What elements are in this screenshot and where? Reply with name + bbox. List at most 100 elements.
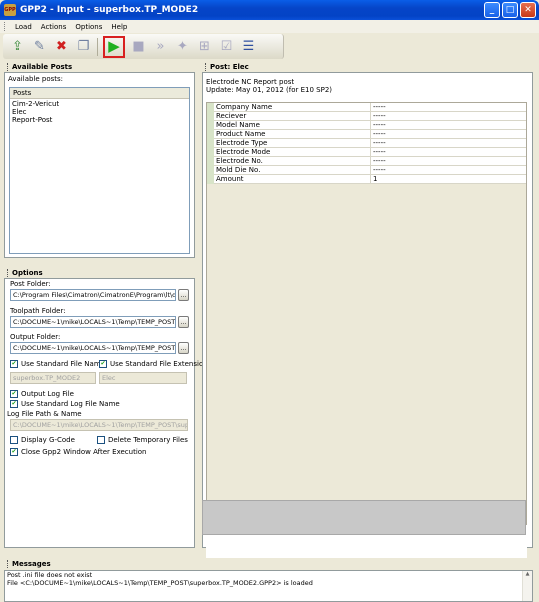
use-standard-file-name-checkbox[interactable]: ✔ Use Standard File Name [10, 360, 105, 368]
options-header: Options [3, 267, 196, 278]
display-gcode-label: Display G-Code [21, 436, 75, 444]
message-line: Post .ini file does not exist [7, 571, 93, 579]
available-posts-header: Available Posts [3, 61, 196, 72]
parameter-value[interactable]: ----- [370, 148, 386, 157]
parameter-value[interactable]: ----- [370, 166, 386, 175]
use-standard-file-extension-checkbox[interactable]: ✔ Use Standard File Extension [99, 360, 208, 368]
log-file-path-field[interactable]: C:\DOCUME~1\mike\LOCALS~1\Temp\TEMP_POST… [10, 419, 188, 431]
post-header: Post: Elec [201, 61, 534, 72]
options-panel: Post Folder: C:\Program Files\Cimatron\C… [4, 278, 208, 548]
parameter-value[interactable]: ----- [370, 103, 386, 112]
close-button[interactable]: ✕ [520, 2, 536, 18]
maximize-button[interactable]: □ [502, 2, 518, 18]
delete-temporary-files-label: Delete Temporary Files [108, 436, 188, 444]
minimize-button[interactable]: _ [484, 2, 500, 18]
parameter-value[interactable]: ----- [370, 112, 386, 121]
parameter-row[interactable]: Company Name ----- [207, 103, 526, 112]
toolpath-folder-browse-button[interactable]: ... [178, 316, 189, 328]
checkmark-icon: ✔ [10, 448, 18, 456]
post-item-report-post[interactable]: Report-Post [10, 116, 189, 124]
post-item-elec[interactable]: Elec [10, 108, 189, 116]
parameter-value[interactable]: ----- [370, 130, 386, 139]
output-folder-field[interactable]: C:\DOCUME~1\mike\LOCALS~1\Temp\TEMP_POST [10, 342, 176, 354]
output-folder-label: Output Folder: [10, 333, 61, 341]
messages-panel[interactable]: Post .ini file does not exist File <C:\D… [4, 570, 533, 602]
menu-actions[interactable]: Actions [41, 23, 67, 31]
parameter-name: Model Name [216, 121, 260, 129]
messages-title: Messages [12, 559, 51, 568]
output-icon[interactable]: ☰ [240, 38, 257, 55]
post-folder-browse-button[interactable]: ... [178, 289, 189, 301]
use-standard-file-name-label: Use Standard File Name [21, 360, 105, 368]
file-name-field[interactable]: superbox.TP_MODE2 [10, 372, 96, 384]
checklist-icon[interactable]: ☑ [218, 38, 235, 55]
parameter-name: Electrode No. [216, 157, 263, 165]
display-gcode-checkbox[interactable]: Display G-Code [10, 436, 75, 444]
parameter-row[interactable]: Product Name ----- [207, 130, 526, 139]
post-item-cim-2-vericut[interactable]: Cim-2-Vericut [10, 100, 189, 108]
checkmark-icon: ✔ [10, 390, 18, 398]
menu-grip [4, 22, 6, 31]
available-posts-panel: Available posts: Posts Cim-2-Vericut Ele… [4, 72, 195, 258]
file-extension-field[interactable]: Elec [99, 372, 187, 384]
output-log-file-checkbox[interactable]: ✔ Output Log File [10, 390, 74, 398]
posts-column-header[interactable]: Posts [10, 88, 189, 99]
close-window-after-execution-checkbox[interactable]: ✔ Close Gpp2 Window After Execution [10, 448, 147, 456]
edit-post-icon[interactable]: ✎ [31, 38, 48, 55]
parameter-row[interactable]: Electrode Mode ----- [207, 148, 526, 157]
post-update: Update: May 01, 2012 (for E10 SP2) [206, 86, 333, 94]
messages-header: Messages [3, 558, 534, 569]
parameter-description-pane [202, 500, 526, 535]
post-folder-field[interactable]: C:\Program Files\Cimatron\CimatronE\Prog… [10, 289, 176, 301]
delete-post-icon[interactable]: ✖ [53, 38, 70, 55]
posts-list[interactable]: Posts Cim-2-Vericut Elec Report-Post [9, 87, 190, 254]
scroll-up-icon[interactable]: ▲ [523, 571, 532, 577]
parameter-value[interactable]: ----- [370, 121, 386, 130]
menu-help[interactable]: Help [111, 23, 127, 31]
checkbox-box [97, 436, 105, 444]
parameter-name: Electrode Type [216, 139, 268, 147]
messages-scrollbar[interactable]: ▲ [522, 571, 532, 601]
post-panel: Electrode NC Report post Update: May 01,… [202, 72, 533, 568]
title-bar: GPP GPP2 - Input - superbox.TP_MODE2 _ □… [0, 0, 539, 20]
close-window-after-execution-label: Close Gpp2 Window After Execution [21, 448, 147, 456]
message-line: File <C:\DOCUME~1\mike\LOCALS~1\Temp\TEM… [7, 579, 313, 587]
parameter-row[interactable]: Electrode Type ----- [207, 139, 526, 148]
parameter-value[interactable]: ----- [370, 139, 386, 148]
use-standard-log-file-name-label: Use Standard Log File Name [21, 400, 120, 408]
options-title: Options [12, 268, 43, 277]
window-title: GPP2 - Input - superbox.TP_MODE2 [20, 5, 199, 15]
load-post-icon[interactable]: ⇪ [9, 38, 26, 55]
post-title: Post: Elec [210, 62, 249, 71]
checkmark-icon: ✔ [10, 360, 18, 368]
post-folder-label: Post Folder: [10, 280, 51, 288]
toolbar: ⇪ ✎ ✖ ❐ ▶ ■ » ✦ ⊞ ☑ ☰ [0, 33, 539, 60]
parameter-name: Amount [216, 175, 244, 183]
parameter-row[interactable]: Model Name ----- [207, 121, 526, 130]
post-description: Electrode NC Report post [206, 78, 295, 86]
parameter-value[interactable]: ----- [370, 157, 386, 166]
checkmark-icon: ✔ [10, 400, 18, 408]
parameter-name: Electrode Mode [216, 148, 271, 156]
delete-temporary-files-checkbox[interactable]: Delete Temporary Files [97, 436, 188, 444]
copy-post-icon[interactable]: ❐ [75, 38, 92, 55]
toolpath-folder-field[interactable]: C:\DOCUME~1\mike\LOCALS~1\Temp\TEMP_POST [10, 316, 176, 328]
log-file-path-label: Log File Path & Name [7, 410, 82, 418]
parameter-row[interactable]: Amount 1 [207, 175, 526, 184]
menu-options[interactable]: Options [75, 23, 102, 31]
output-folder-browse-button[interactable]: ... [178, 342, 189, 354]
parameter-name: Reciever [216, 112, 247, 120]
parameter-row[interactable]: Electrode No. ----- [207, 157, 526, 166]
variables-icon[interactable]: ⊞ [196, 38, 213, 55]
available-posts-title: Available Posts [12, 62, 73, 71]
step-icon[interactable]: » [152, 38, 169, 55]
menu-load[interactable]: Load [15, 23, 32, 31]
parameter-value[interactable]: 1 [370, 175, 377, 184]
stop-icon[interactable]: ■ [130, 38, 147, 55]
parameter-row[interactable]: Mold Die No. ----- [207, 166, 526, 175]
use-standard-log-file-name-checkbox[interactable]: ✔ Use Standard Log File Name [10, 400, 120, 408]
parameter-name: Mold Die No. [216, 166, 261, 174]
debug-icon[interactable]: ✦ [174, 38, 191, 55]
parameter-row[interactable]: Reciever ----- [207, 112, 526, 121]
run-icon[interactable]: ▶ [103, 35, 125, 58]
